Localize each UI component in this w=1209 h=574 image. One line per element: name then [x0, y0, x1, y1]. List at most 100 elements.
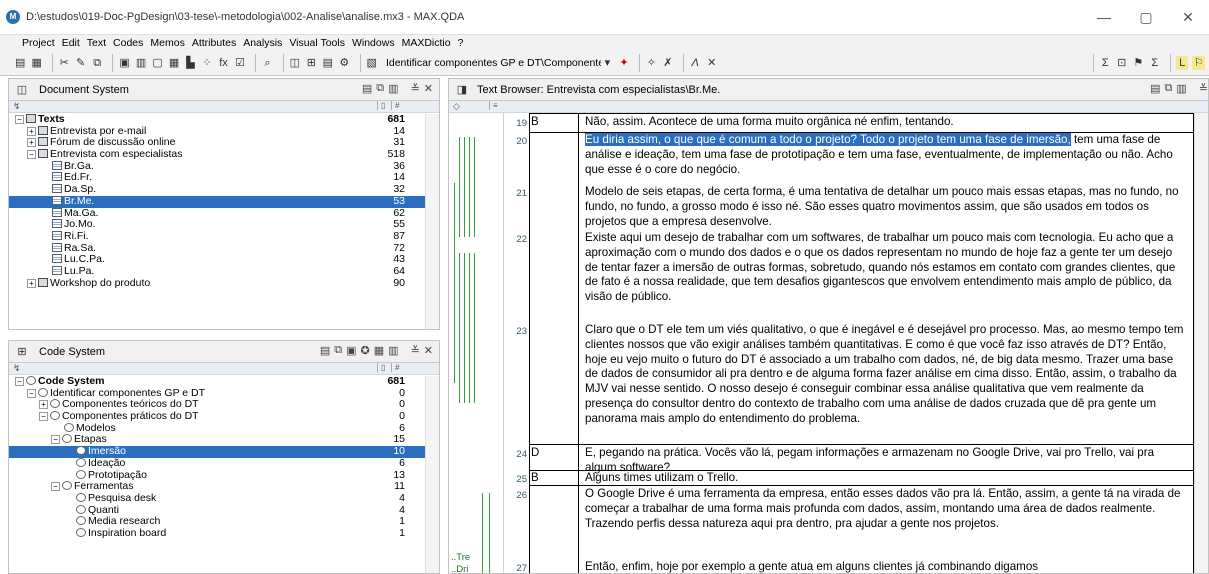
browser-icon[interactable]: ▢: [151, 56, 164, 70]
memo-icon[interactable]: ▥: [388, 82, 398, 95]
collapse-icon[interactable]: −: [27, 150, 36, 160]
collapse-icon[interactable]: −: [51, 482, 60, 492]
collapse-icon[interactable]: ≚: [1199, 82, 1208, 95]
close-icon[interactable]: ✕: [424, 82, 433, 95]
collapse-icon[interactable]: −: [51, 435, 60, 445]
coding-stripe[interactable]: [464, 253, 465, 403]
print-icon[interactable]: ▤: [320, 344, 330, 357]
menu-project[interactable]: Project: [22, 37, 55, 49]
code-tree-item[interactable]: Inspiration board 1: [9, 527, 439, 540]
menu-text[interactable]: Text: [87, 37, 106, 49]
cut-icon[interactable]: ✂: [58, 56, 71, 70]
menu-windows[interactable]: Windows: [352, 37, 395, 49]
coding-stripes[interactable]: ..Tre ..Dri: [449, 113, 504, 573]
pin-code-icon[interactable]: ✦: [618, 56, 631, 70]
save-icon[interactable]: ▦: [31, 56, 44, 70]
scatter-icon[interactable]: ⁘: [201, 56, 214, 70]
function-icon[interactable]: fx: [217, 56, 230, 70]
open-project-icon[interactable]: ▤: [14, 56, 27, 70]
coding-stripe[interactable]: [454, 183, 455, 383]
favorites-icon[interactable]: ✪: [361, 344, 370, 357]
scrollbar[interactable]: [1194, 113, 1208, 573]
code-tree-item[interactable]: Ideação 6: [9, 457, 439, 470]
scrollbar[interactable]: [425, 376, 439, 573]
code-tree-item[interactable]: Quanti 4: [9, 504, 439, 517]
retrieved-segments-icon[interactable]: ▤: [322, 56, 335, 70]
coding-stripe[interactable]: [459, 253, 460, 403]
variables-icon[interactable]: ⚑: [1132, 56, 1145, 70]
code-tree-item[interactable]: Media research 1: [9, 515, 439, 528]
menu-memos[interactable]: Memos: [150, 37, 184, 49]
collapse-icon[interactable]: −: [39, 412, 48, 422]
collapse-icon[interactable]: ≚: [411, 82, 420, 95]
coding-stripe[interactable]: [489, 493, 490, 573]
maximize-button[interactable]: ▢: [1125, 0, 1167, 34]
code-label-drive[interactable]: ..Dri: [451, 564, 468, 573]
code-label-trello[interactable]: ..Tre: [451, 552, 470, 563]
print-icon[interactable]: ▤: [362, 82, 372, 95]
sum-icon[interactable]: Σ: [1099, 56, 1112, 70]
chart-icon[interactable]: ▙: [184, 56, 197, 70]
document-pin-icon[interactable]: ⚐: [1192, 55, 1205, 70]
export-icon[interactable]: ⧉: [1165, 82, 1173, 95]
collapse-icon[interactable]: ≚: [411, 344, 420, 357]
search-icon[interactable]: ⌕: [261, 56, 274, 70]
document-system-icon[interactable]: ▣: [118, 56, 131, 70]
code-tree-item[interactable]: Imersão 10: [9, 445, 439, 458]
expand-icon[interactable]: +: [27, 278, 36, 288]
coded-segment-highlight[interactable]: Eu diria assim, o que que é comum a todo…: [585, 133, 1071, 146]
menu-codes[interactable]: Codes: [113, 37, 143, 49]
settings-icon[interactable]: ⚙: [338, 56, 351, 70]
code-tree-item[interactable]: − Componentes práticos do DT 0: [9, 410, 439, 423]
code-list-icon[interactable]: ▧: [365, 56, 378, 70]
sigma-settings-icon[interactable]: Σ: [1149, 56, 1162, 70]
coding-stripe[interactable]: [469, 137, 470, 237]
strike-icon[interactable]: ✕: [705, 56, 718, 70]
expand-icon[interactable]: +: [39, 400, 48, 410]
chevron-down-icon[interactable]: ▾: [601, 56, 614, 70]
expand-icon[interactable]: +: [27, 138, 36, 148]
memo-icon[interactable]: ▥: [1176, 82, 1186, 95]
export-icon[interactable]: ⧉: [334, 344, 342, 357]
highlight-code-icon[interactable]: ✧: [645, 56, 658, 70]
menu-attributes[interactable]: Attributes: [192, 37, 236, 49]
expand-icon[interactable]: +: [27, 126, 36, 136]
window-icon[interactable]: ◫: [289, 56, 302, 70]
coding-stripe[interactable]: [474, 137, 475, 237]
collapse-icon[interactable]: −: [27, 388, 36, 398]
collapse-icon[interactable]: −: [15, 377, 24, 386]
memo-icon[interactable]: ▥: [388, 344, 398, 357]
coding-stripe[interactable]: [482, 493, 483, 573]
document-tree-item[interactable]: + Workshop do produto 90: [9, 277, 439, 290]
copy-icon[interactable]: ⧉: [91, 56, 104, 70]
menu-maxdictio[interactable]: MAXDictio: [402, 37, 451, 49]
code-tree-item[interactable]: − Ferramentas 11: [9, 480, 439, 493]
code-tree-icon[interactable]: ⊞: [305, 56, 318, 70]
scrollbar[interactable]: [425, 114, 439, 329]
weight-icon[interactable]: ⊡: [1116, 56, 1129, 70]
close-icon[interactable]: ✕: [424, 344, 433, 357]
print-icon[interactable]: ▤: [1150, 82, 1160, 95]
export-icon[interactable]: ⧉: [376, 82, 384, 95]
coding-stripe[interactable]: [469, 253, 470, 403]
minimize-button[interactable]: —: [1083, 0, 1125, 34]
menu-visual-tools[interactable]: Visual Tools: [289, 37, 345, 49]
code-tree-item[interactable]: − Etapas 15: [9, 434, 439, 446]
collapse-icon[interactable]: −: [15, 115, 24, 124]
code-tree-item[interactable]: Pesquisa desk 4: [9, 492, 439, 505]
brush-icon[interactable]: ✎: [74, 56, 87, 70]
close-button[interactable]: ✕: [1167, 0, 1209, 34]
import-icon[interactable]: ▣: [346, 344, 356, 357]
menu-analysis[interactable]: Analysis: [243, 37, 282, 49]
remove-code-icon[interactable]: ✗: [662, 56, 675, 70]
coding-stripe[interactable]: [464, 137, 465, 237]
copy-icon[interactable]: ▦: [374, 344, 384, 357]
coding-stripe[interactable]: [474, 253, 475, 403]
memo-icon[interactable]: ☑: [234, 56, 247, 70]
menu-help[interactable]: ?: [458, 37, 464, 49]
italic-icon[interactable]: Ʌ: [689, 56, 702, 70]
code-system-icon[interactable]: ▥: [135, 56, 148, 70]
table-icon[interactable]: ▦: [168, 56, 181, 70]
text-links-icon[interactable]: L: [1175, 55, 1189, 70]
menu-edit[interactable]: Edit: [62, 37, 80, 49]
